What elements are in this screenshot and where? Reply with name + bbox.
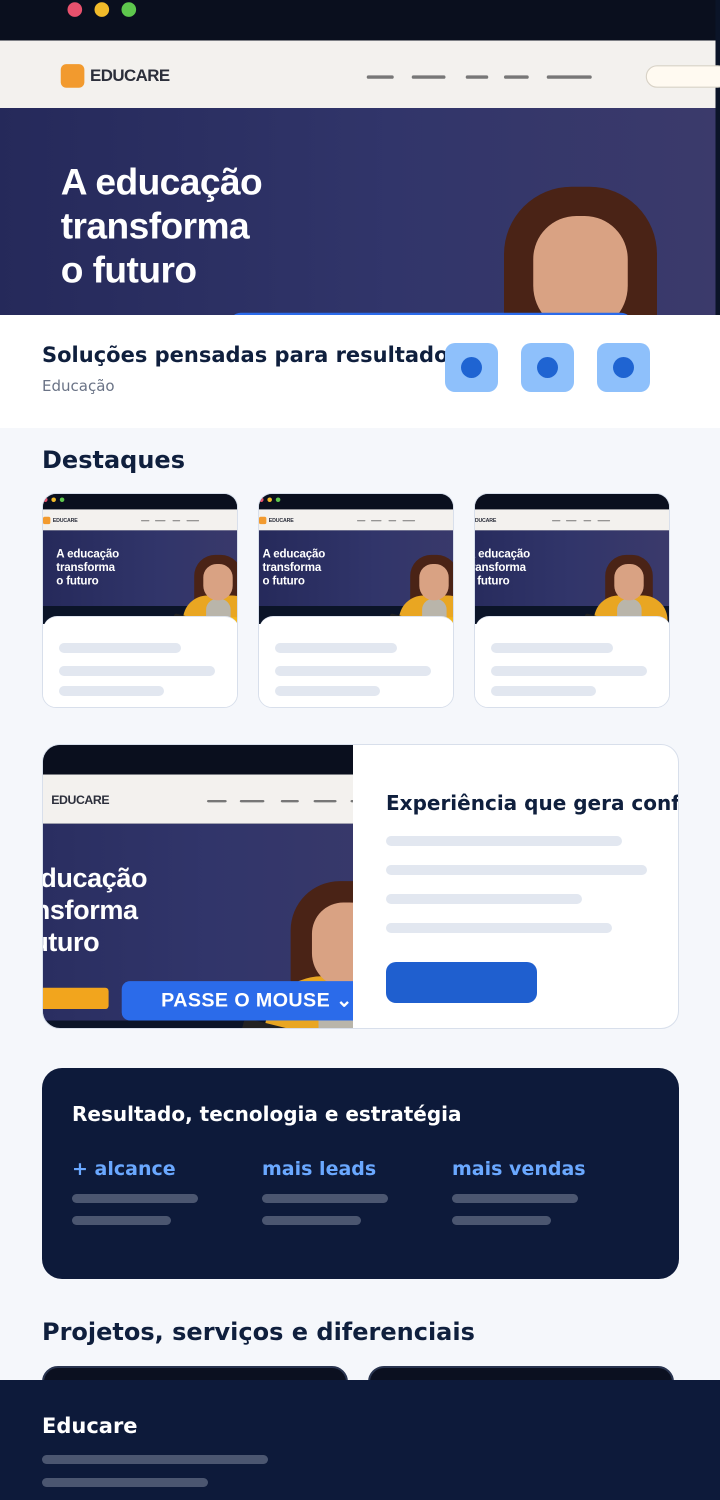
placeholder-line bbox=[452, 1194, 578, 1203]
placeholder-line bbox=[491, 666, 647, 676]
card-screenshot: EDUCARE A educaçãotransformao futuro bbox=[475, 494, 669, 624]
logo-icon bbox=[60, 64, 85, 88]
placeholder-line bbox=[42, 1455, 268, 1464]
stat-reach: + alcance bbox=[72, 1158, 176, 1180]
headline-line: transforma bbox=[60, 204, 250, 247]
intro-section: Soluções pensadas para resultados Educaç… bbox=[0, 315, 720, 428]
placeholder-line bbox=[59, 643, 181, 653]
experience-title: Experiência que gera confiança bbox=[386, 791, 679, 815]
hero-screenshot: EDUCARE A educação transforma o futuro P… bbox=[0, 0, 720, 315]
placeholder-line bbox=[491, 686, 596, 696]
projects-title: Projetos, serviços e diferenciais bbox=[42, 1318, 475, 1346]
logo-text: EDUCARE bbox=[90, 66, 170, 86]
placeholder-line bbox=[386, 836, 622, 846]
placeholder-line bbox=[72, 1194, 198, 1203]
feature-dot bbox=[461, 357, 482, 378]
nav-link bbox=[411, 75, 446, 79]
placeholder-line bbox=[386, 894, 582, 904]
stat-sales: mais vendas bbox=[452, 1158, 586, 1180]
highlight-card[interactable]: EDUCARE A educaçãotransformao futuro bbox=[474, 493, 670, 708]
experience-cta-button[interactable] bbox=[386, 962, 537, 1003]
nav-link bbox=[366, 75, 394, 79]
site-nav: EDUCARE bbox=[0, 40, 720, 108]
results-panel: Resultado, tecnologia e estratégia + alc… bbox=[42, 1068, 679, 1279]
card-screenshot: EDUCARE A educaçãotransformao futuro bbox=[43, 494, 237, 624]
results-title: Resultado, tecnologia e estratégia bbox=[72, 1102, 462, 1126]
nav-link bbox=[465, 75, 489, 79]
site-hero: A educação transforma o futuro bbox=[0, 108, 716, 315]
card-body bbox=[475, 616, 669, 707]
feature-icon bbox=[597, 343, 650, 392]
card-body bbox=[259, 616, 453, 707]
placeholder-line bbox=[262, 1194, 388, 1203]
placeholder-line bbox=[452, 1216, 551, 1225]
stat-leads: mais leads bbox=[262, 1158, 377, 1180]
placeholder-line bbox=[386, 923, 612, 933]
feature-dot bbox=[537, 357, 558, 378]
footer: Educare bbox=[0, 1380, 720, 1500]
placeholder-line bbox=[42, 1478, 208, 1487]
headline-line: A educação bbox=[60, 160, 263, 203]
highlights-title: Destaques bbox=[42, 446, 185, 474]
feature-icon bbox=[445, 343, 498, 392]
feature-dot bbox=[613, 357, 634, 378]
intro-subtitle: Educação bbox=[42, 377, 115, 395]
window-maximize-dot bbox=[121, 2, 137, 17]
nav-link bbox=[546, 75, 592, 79]
experience-screenshot: EDUCARE A educaçãotransformao futuro PAS… bbox=[43, 745, 353, 1028]
highlight-card[interactable]: EDUCARE A educaçãotransformao futuro bbox=[42, 493, 238, 708]
placeholder-line bbox=[59, 686, 164, 696]
placeholder-line bbox=[72, 1216, 171, 1225]
card-body bbox=[43, 616, 237, 707]
experience-card: EDUCARE A educaçãotransformao futuro PAS… bbox=[42, 744, 679, 1029]
highlight-card[interactable]: EDUCARE A educaçãotransformao futuro bbox=[258, 493, 454, 708]
nav-search-pill bbox=[645, 65, 720, 88]
placeholder-line bbox=[275, 643, 397, 653]
card-screenshot: EDUCARE A educaçãotransformao futuro bbox=[259, 494, 453, 624]
hero-headline: A educação transforma o futuro bbox=[60, 160, 263, 292]
placeholder-line bbox=[275, 686, 380, 696]
placeholder-line bbox=[59, 666, 215, 676]
placeholder-line bbox=[386, 865, 647, 875]
window-minimize-dot bbox=[94, 2, 110, 17]
student-face bbox=[533, 216, 628, 315]
nav-link bbox=[504, 75, 529, 79]
placeholder-line bbox=[491, 643, 613, 653]
placeholder-line bbox=[275, 666, 431, 676]
window-close-dot bbox=[67, 2, 83, 17]
headline-line: o futuro bbox=[60, 248, 197, 291]
footer-brand: Educare bbox=[42, 1414, 138, 1438]
placeholder-line bbox=[262, 1216, 361, 1225]
feature-icon bbox=[521, 343, 574, 392]
intro-title: Soluções pensadas para resultados bbox=[42, 343, 461, 367]
